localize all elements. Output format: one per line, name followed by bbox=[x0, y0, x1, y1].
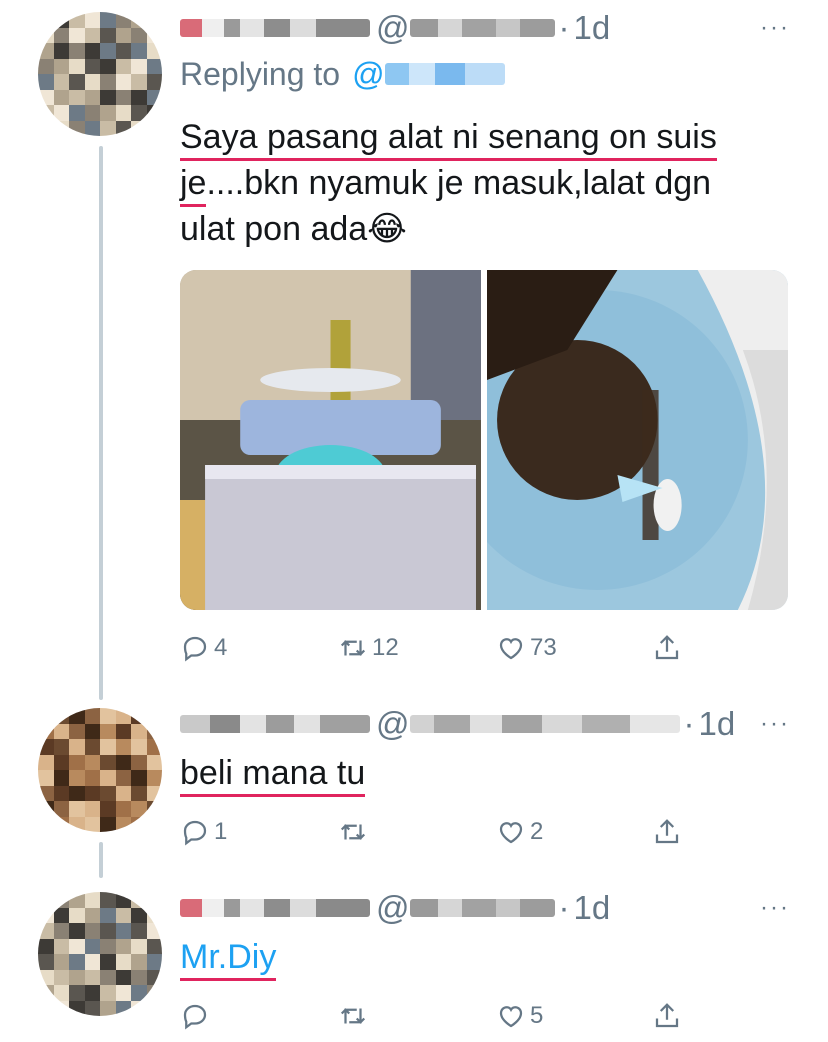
reply-button[interactable]: 4 bbox=[180, 633, 227, 663]
tweet-text-line: beli mana tu bbox=[180, 754, 366, 797]
heart-icon bbox=[499, 1006, 523, 1028]
tweet-header: @ · 1d ··· bbox=[180, 8, 790, 48]
avatar[interactable] bbox=[38, 892, 162, 1016]
handle-blurred[interactable] bbox=[409, 899, 555, 917]
emoji: 😂 bbox=[367, 210, 407, 248]
share-button[interactable] bbox=[652, 633, 682, 663]
reply-icon bbox=[183, 636, 207, 662]
tweet: @ · 1d ··· Replying to @ Saya pasang ala… bbox=[180, 8, 790, 252]
tweet-text: Saya pasang alat ni senang on suis je...… bbox=[180, 114, 790, 252]
media-grid bbox=[180, 270, 788, 610]
tweet-text-line: ....bkn nyamuk je masuk,lalat dgn bbox=[206, 164, 712, 202]
display-name-blurred[interactable] bbox=[180, 715, 370, 733]
replying-to-handle[interactable]: @ bbox=[352, 55, 505, 93]
tweet-text: beli mana tu bbox=[180, 750, 790, 797]
heart-icon bbox=[499, 822, 523, 844]
share-button[interactable] bbox=[652, 817, 682, 847]
display-name-blurred[interactable] bbox=[180, 19, 370, 37]
handle-blurred[interactable] bbox=[409, 715, 680, 733]
more-icon[interactable]: ··· bbox=[760, 704, 790, 744]
separator-dot: · bbox=[683, 705, 695, 742]
like-button[interactable]: 2 bbox=[496, 817, 543, 847]
retweet-button[interactable] bbox=[338, 817, 372, 847]
handle-at: @ bbox=[376, 705, 410, 742]
tweet-actions: 4 12 73 bbox=[180, 628, 690, 668]
mention-link[interactable]: Mr.Diy bbox=[180, 938, 277, 981]
reply-count: 1 bbox=[214, 818, 228, 845]
handle-blurred bbox=[384, 63, 505, 85]
timestamp[interactable]: 1d bbox=[574, 9, 611, 47]
separator-dot: · bbox=[558, 9, 570, 46]
like-count: 73 bbox=[530, 634, 557, 661]
retweet-icon bbox=[340, 824, 366, 840]
tweet-text: Mr.Diy bbox=[180, 934, 790, 981]
replying-to-label: Replying to bbox=[180, 55, 341, 92]
tweet-text-line: ulat pon ada bbox=[180, 210, 368, 248]
tweet-text-line: Saya pasang alat ni senang on suis bbox=[180, 118, 717, 161]
tweet-actions: 1 2 bbox=[180, 812, 690, 852]
reply-icon bbox=[183, 820, 207, 846]
more-icon[interactable]: ··· bbox=[760, 8, 790, 48]
retweet-icon bbox=[340, 640, 366, 656]
reply-button[interactable] bbox=[180, 1001, 214, 1031]
handle-at: @ bbox=[376, 889, 410, 926]
display-name-blurred[interactable] bbox=[180, 899, 370, 917]
more-icon[interactable]: ··· bbox=[760, 888, 790, 928]
thread-line bbox=[99, 146, 103, 700]
thread-line bbox=[99, 842, 103, 878]
heart-icon bbox=[499, 638, 523, 660]
tweet-text-highlight: je bbox=[180, 164, 207, 207]
retweet-button[interactable]: 12 bbox=[338, 633, 399, 663]
handle-at: @ bbox=[376, 9, 410, 46]
separator-dot: · bbox=[558, 889, 570, 926]
tweet-actions: 5 bbox=[180, 996, 690, 1036]
share-icon bbox=[655, 1003, 679, 1028]
retweet-button[interactable] bbox=[338, 1001, 372, 1031]
tweet-header: @ · 1d ··· bbox=[180, 704, 790, 744]
timestamp[interactable]: 1d bbox=[699, 705, 736, 743]
handle-at: @ bbox=[352, 55, 385, 92]
like-button[interactable]: 73 bbox=[496, 633, 557, 663]
like-count: 5 bbox=[530, 1002, 544, 1029]
reply-icon bbox=[183, 1004, 207, 1030]
photo-mosquito-trap-device[interactable] bbox=[180, 270, 481, 610]
replying-to: Replying to @ bbox=[180, 48, 790, 100]
share-icon bbox=[655, 635, 679, 660]
avatar[interactable] bbox=[38, 12, 162, 136]
share-icon bbox=[655, 819, 679, 844]
like-button[interactable]: 5 bbox=[496, 1001, 543, 1031]
tweet: @ · 1d ··· Mr.Diy bbox=[180, 888, 790, 981]
handle-blurred[interactable] bbox=[409, 19, 555, 37]
tweet-header: @ · 1d ··· bbox=[180, 888, 790, 928]
retweet-count: 12 bbox=[372, 634, 399, 661]
like-count: 2 bbox=[530, 818, 544, 845]
share-button[interactable] bbox=[652, 1001, 682, 1031]
reply-button[interactable]: 1 bbox=[180, 817, 227, 847]
photo-trap-interior[interactable] bbox=[487, 270, 788, 610]
avatar[interactable] bbox=[38, 708, 162, 832]
timestamp[interactable]: 1d bbox=[574, 889, 611, 927]
tweet: @ · 1d ··· beli mana tu bbox=[180, 704, 790, 797]
retweet-icon bbox=[340, 1008, 366, 1024]
reply-count: 4 bbox=[214, 634, 228, 661]
